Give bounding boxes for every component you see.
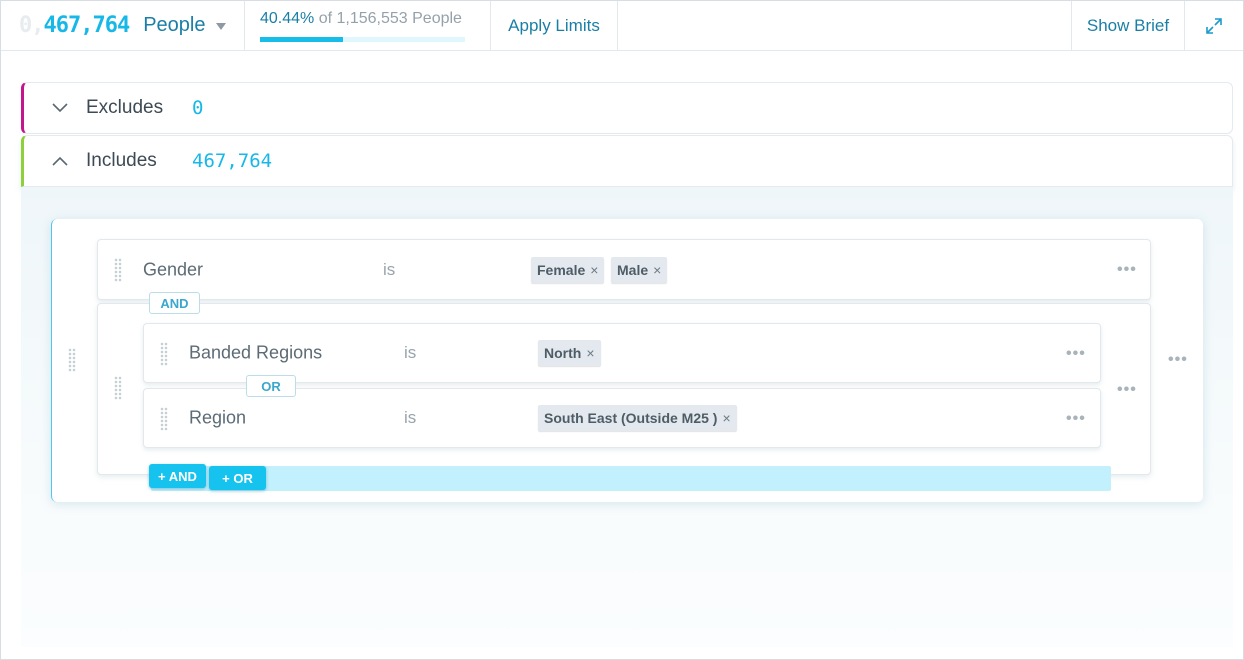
includes-label: Includes bbox=[86, 150, 157, 171]
or-connector[interactable]: OR bbox=[246, 375, 296, 397]
value-tag-label: Male bbox=[617, 261, 649, 278]
top-bar-spacer bbox=[618, 1, 1071, 50]
includes-count: 467,764 bbox=[192, 150, 273, 172]
condition-operator[interactable]: is bbox=[383, 260, 395, 280]
count-unit-label: People bbox=[143, 14, 206, 36]
value-tag-label: North bbox=[544, 345, 582, 361]
more-horizontal-icon[interactable]: ••• bbox=[1066, 346, 1086, 362]
expand-icon bbox=[1206, 17, 1222, 34]
count-ghost-digits: 0, bbox=[19, 13, 44, 38]
add-rule-strip bbox=[151, 466, 1111, 491]
value-tag[interactable]: North × bbox=[538, 340, 601, 366]
expand-button[interactable] bbox=[1185, 1, 1243, 50]
add-or-button[interactable]: + OR bbox=[209, 466, 266, 490]
percentage-progress-bar bbox=[260, 37, 465, 42]
percentage-of-total: of 1,156,553 People bbox=[318, 10, 462, 27]
top-bar: 0, 467,764 People 40.44% of 1,156,553 Pe… bbox=[1, 1, 1243, 51]
condition-operator[interactable]: is bbox=[404, 408, 416, 428]
more-horizontal-icon[interactable]: ••• bbox=[1066, 411, 1086, 427]
value-tag[interactable]: Female × bbox=[531, 256, 605, 283]
caret-down-icon[interactable] bbox=[215, 23, 226, 30]
condition-row-banded-regions[interactable]: Banded Regions is North × ••• bbox=[143, 323, 1101, 383]
condition-operator[interactable]: is bbox=[404, 343, 416, 363]
value-tag-label: South East (Outside M25 ) bbox=[544, 410, 718, 426]
remove-x-icon[interactable]: × bbox=[653, 262, 661, 278]
excludes-label: Excludes bbox=[86, 97, 164, 118]
remove-x-icon[interactable]: × bbox=[590, 262, 598, 278]
percentage-progress-fill bbox=[260, 37, 343, 42]
drag-handle-icon[interactable] bbox=[114, 258, 122, 282]
more-horizontal-icon[interactable]: ••• bbox=[1117, 262, 1137, 278]
chevron-up-icon[interactable] bbox=[52, 156, 88, 166]
drag-handle-icon[interactable] bbox=[68, 348, 76, 372]
app-frame: 0, 467,764 People 40.44% of 1,156,553 Pe… bbox=[0, 0, 1244, 660]
condition-row-gender[interactable]: Gender is Female × Male × ••• bbox=[97, 239, 1151, 300]
percentage-text: 40.44% of 1,156,553 People bbox=[260, 10, 462, 28]
condition-row-region[interactable]: Region is South East (Outside M25 ) × ••• bbox=[143, 388, 1101, 448]
audience-count: 467,764 bbox=[43, 13, 131, 38]
condition-field: Region bbox=[189, 407, 247, 428]
excludes-panel[interactable]: Excludes 0 bbox=[21, 82, 1233, 134]
apply-limits-button[interactable]: Apply Limits bbox=[491, 1, 618, 50]
more-horizontal-icon[interactable]: ••• bbox=[1168, 352, 1188, 368]
remove-x-icon[interactable]: × bbox=[722, 410, 730, 426]
remove-x-icon[interactable]: × bbox=[586, 345, 594, 361]
and-connector[interactable]: AND bbox=[149, 292, 200, 314]
audience-count-selector[interactable]: 0, 467,764 People bbox=[1, 1, 245, 50]
drag-handle-icon[interactable] bbox=[114, 376, 122, 400]
drag-handle-icon[interactable] bbox=[160, 407, 168, 431]
excludes-count: 0 bbox=[192, 97, 204, 119]
condition-field: Banded Regions bbox=[189, 342, 323, 363]
add-and-button[interactable]: + AND bbox=[149, 464, 206, 488]
more-horizontal-icon[interactable]: ••• bbox=[1117, 382, 1137, 398]
drag-handle-icon[interactable] bbox=[160, 342, 168, 366]
value-tag[interactable]: Male × bbox=[611, 256, 668, 283]
chevron-down-icon[interactable] bbox=[52, 103, 88, 113]
show-brief-button[interactable]: Show Brief bbox=[1071, 1, 1185, 50]
percentage-value: 40.44% bbox=[260, 10, 315, 27]
includes-panel[interactable]: Includes 467,764 bbox=[21, 135, 1233, 187]
percentage-summary: 40.44% of 1,156,553 People bbox=[245, 1, 491, 50]
value-tag-label: Female bbox=[537, 261, 586, 278]
condition-field: Gender bbox=[143, 259, 204, 279]
value-tag[interactable]: South East (Outside M25 ) × bbox=[538, 405, 737, 431]
